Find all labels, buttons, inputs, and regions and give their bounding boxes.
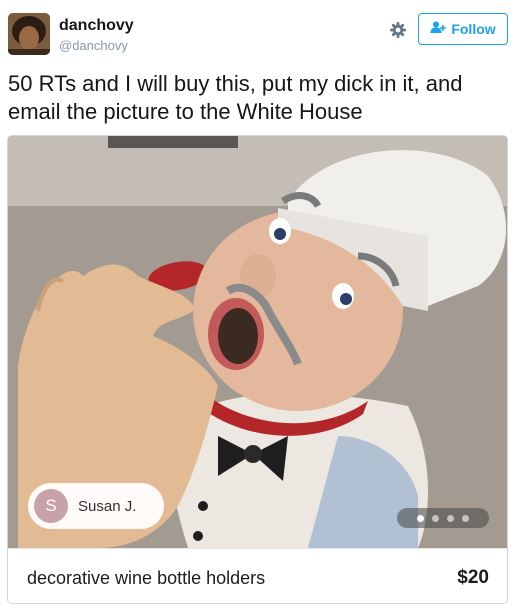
item-price: $20 — [457, 567, 489, 588]
tweet-text: 50 RTs and I will buy this, put my dick … — [8, 71, 463, 124]
carousel-dot[interactable] — [417, 514, 424, 522]
carousel-dot[interactable] — [432, 514, 439, 522]
carousel-indicator[interactable] — [397, 508, 489, 528]
carousel-dot[interactable] — [447, 514, 454, 522]
gear-icon[interactable] — [388, 20, 408, 40]
item-name: decorative wine bottle holders — [27, 568, 266, 588]
follow-button[interactable]: Follow — [418, 13, 508, 45]
seller-name: Susan J. — [78, 497, 137, 515]
user-handle[interactable]: @danchovy — [59, 38, 128, 53]
add-user-icon — [430, 21, 447, 37]
avatar[interactable] — [8, 13, 50, 55]
tweet: danchovy @danchovy Follow 50 RTs and I w… — [0, 0, 514, 611]
seller-chip[interactable]: S Susan J. — [28, 483, 164, 529]
listing-photo[interactable]: S Susan J. — [8, 136, 507, 548]
seller-avatar: S — [34, 489, 68, 523]
listing-card[interactable]: S Susan J. decorative wine bottle holder… — [7, 135, 508, 604]
listing-caption[interactable]: decorative wine bottle holders $20 — [8, 548, 507, 603]
follow-label: Follow — [451, 21, 496, 37]
carousel-dot[interactable] — [462, 514, 469, 522]
display-name[interactable]: danchovy — [59, 17, 134, 35]
